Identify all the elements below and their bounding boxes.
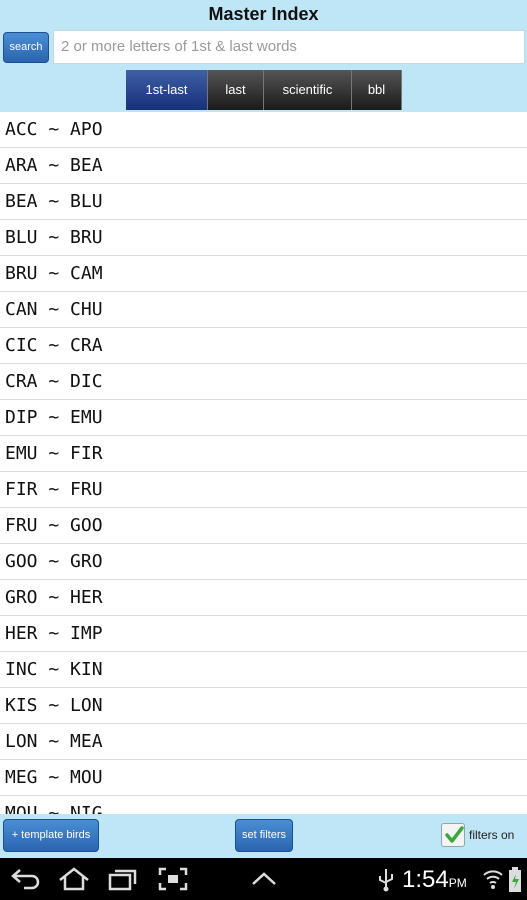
set-filters-button[interactable]: set filters: [235, 819, 293, 852]
tab-last[interactable]: last: [208, 70, 264, 110]
list-item[interactable]: CAN ~ CHU: [0, 292, 527, 328]
footer-bar: + template birds set filters filters on: [0, 814, 527, 858]
header-bar: Master Index search 2 or more letters of…: [0, 0, 527, 112]
list-item[interactable]: FIR ~ FRU: [0, 472, 527, 508]
tab-bar: 1st-last last scientific bbl: [126, 70, 402, 110]
tab-scientific[interactable]: scientific: [264, 70, 352, 110]
list-item[interactable]: INC ~ KIN: [0, 652, 527, 688]
list-item[interactable]: KIS ~ LON: [0, 688, 527, 724]
list-item[interactable]: BLU ~ BRU: [0, 220, 527, 256]
system-nav-bar: 1:54PM: [0, 858, 527, 900]
clock-time: 1:54: [402, 866, 449, 893]
list-item[interactable]: ACC ~ APO: [0, 112, 527, 148]
search-button[interactable]: search: [3, 32, 49, 63]
list-item[interactable]: MOU ~ NIG: [0, 796, 527, 814]
up-arrow-icon[interactable]: [250, 867, 278, 891]
clock: 1:54PM: [402, 866, 467, 894]
list-item[interactable]: BEA ~ BLU: [0, 184, 527, 220]
page-title: Master Index: [208, 4, 319, 24]
list-item[interactable]: MEG ~ MOU: [0, 760, 527, 796]
list-item[interactable]: CRA ~ DIC: [0, 364, 527, 400]
list-item[interactable]: EMU ~ FIR: [0, 436, 527, 472]
list-item[interactable]: CIC ~ CRA: [0, 328, 527, 364]
list-item[interactable]: GOO ~ GRO: [0, 544, 527, 580]
list-item[interactable]: FRU ~ GOO: [0, 508, 527, 544]
list-item[interactable]: BRU ~ CAM: [0, 256, 527, 292]
screenshot-icon[interactable]: [158, 867, 188, 891]
search-input[interactable]: 2 or more letters of 1st & last words: [53, 30, 525, 64]
list-item[interactable]: GRO ~ HER: [0, 580, 527, 616]
tab-1st-last[interactable]: 1st-last: [126, 70, 208, 110]
usb-icon: [379, 869, 393, 892]
recent-apps-icon[interactable]: [106, 867, 138, 891]
list-item[interactable]: DIP ~ EMU: [0, 400, 527, 436]
list-item[interactable]: HER ~ IMP: [0, 616, 527, 652]
battery-icon: [509, 867, 521, 892]
home-icon[interactable]: [57, 867, 91, 891]
back-icon[interactable]: [10, 867, 42, 891]
list-item[interactable]: ARA ~ BEA: [0, 148, 527, 184]
checkmark-icon: [445, 826, 464, 843]
index-list[interactable]: ACC ~ APO ARA ~ BEA BEA ~ BLU BLU ~ BRU …: [0, 112, 527, 814]
template-birds-button[interactable]: + template birds: [3, 819, 99, 852]
filters-on-checkbox[interactable]: [441, 823, 465, 847]
filters-on-label: filters on: [469, 828, 515, 842]
clock-ampm: PM: [448, 876, 467, 890]
wifi-icon: [483, 870, 503, 889]
list-item[interactable]: LON ~ MEA: [0, 724, 527, 760]
tab-bbl[interactable]: bbl: [352, 70, 402, 110]
